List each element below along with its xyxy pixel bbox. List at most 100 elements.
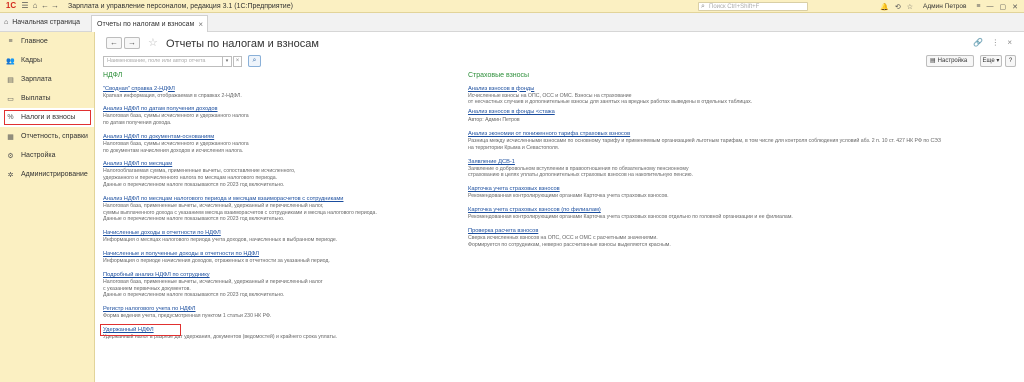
- settings-button[interactable]: ▤ Настройка: [926, 55, 974, 67]
- gear-icon: ⚙: [7, 152, 14, 160]
- filter-clear-button[interactable]: ×: [233, 56, 242, 67]
- report-desc: Рекомендованная контролирующими органами…: [468, 193, 669, 200]
- report-item: Анализ НДФЛ по месяцам налогового период…: [103, 195, 453, 223]
- report-desc: Форма ведения учета, предусмотренная пун…: [103, 313, 272, 320]
- report-link[interactable]: Начисленные доходы в отчетности по НДФЛ: [103, 229, 453, 237]
- report-item: Карточка учета страховых взносов Рекомен…: [468, 185, 1013, 200]
- sidebar-item-personnel[interactable]: 👥 Кадры: [0, 51, 94, 70]
- help-button[interactable]: ?: [1005, 55, 1016, 67]
- report-link[interactable]: Заявление ДСВ-1: [468, 158, 1013, 166]
- report-author: Автор: Админ Петров: [468, 117, 520, 124]
- user-name[interactable]: Админ Петров: [923, 3, 966, 10]
- report-link[interactable]: "Сводная" справка 2-НДФЛ: [103, 85, 453, 93]
- link-icon[interactable]: 🔗: [973, 38, 983, 47]
- report-desc: Краткая информация, отображаемая в справ…: [103, 92, 242, 99]
- filter-dropdown-button[interactable]: ▾: [223, 56, 232, 67]
- tab-row: ⌂ Начальная страница Отчеты по налогам и…: [0, 13, 1024, 32]
- report-link[interactable]: Карточка учета страховых взносов: [468, 185, 1013, 193]
- report-item: Анализ экономии от пониженного тарифа ст…: [468, 130, 1013, 152]
- settings-icon[interactable]: ≡: [976, 3, 980, 10]
- insurance-column: Страховые взносы Анализ взносов в фонды …: [468, 72, 1013, 248]
- report-desc: с указанием первичных документов.: [103, 285, 191, 292]
- more-button[interactable]: Еще ▾: [980, 55, 1002, 67]
- report-item: Карточка учета страховых взносов (по фил…: [468, 206, 1013, 221]
- sidebar-item-payments[interactable]: ▭ Выплаты: [0, 89, 94, 108]
- bell-icon[interactable]: 🔔: [880, 3, 889, 11]
- report-link[interactable]: Анализ НДФЛ по документам-основаниям: [103, 133, 453, 141]
- content-area: ← → ☆ Отчеты по налогам и взносам 🔗 ⋮ × …: [96, 32, 1024, 382]
- report-desc: Исчисленные взносы на ОПС, ОСС и ОМС. Вз…: [468, 92, 632, 99]
- sidebar-item-main[interactable]: ≡ Главное: [0, 32, 94, 51]
- sidebar-item-reports[interactable]: ▦ Отчетность, справки: [0, 127, 94, 146]
- report-link[interactable]: Анализ НДФЛ по датам получения доходов: [103, 105, 453, 113]
- forward-icon[interactable]: →: [50, 1, 60, 11]
- tab-active-label: Отчеты по налогам и взносам: [97, 20, 195, 28]
- tab-home-label: Начальная страница: [12, 19, 80, 26]
- report-link[interactable]: Анализ экономии от пониженного тарифа ст…: [468, 130, 1013, 138]
- settings-doc-icon: ▤: [930, 58, 936, 64]
- sidebar-item-label: Зарплата: [21, 76, 52, 83]
- sidebar-item-salary[interactable]: ▤ Зарплата: [0, 70, 94, 89]
- tab-home[interactable]: ⌂ Начальная страница: [0, 13, 88, 32]
- settings-button-label: Настройка: [937, 58, 968, 64]
- close-icon[interactable]: ✕: [1012, 3, 1018, 11]
- report-desc: Данные о перечисленном налоге показывают…: [103, 216, 285, 223]
- search-placeholder: Поиск Ctrl+Shift+F: [709, 4, 760, 10]
- report-desc: Налогооблагаемая сумма, примененные выче…: [103, 168, 296, 175]
- report-item: Начисленные доходы в отчетности по НДФЛ …: [103, 229, 453, 244]
- report-link[interactable]: Карточка учета страховых взносов (по фил…: [468, 206, 1013, 214]
- report-link[interactable]: Регистр налогового учета по НДФЛ: [103, 305, 453, 313]
- report-desc: Налоговая база, примененные вычеты, исчи…: [103, 202, 324, 209]
- report-item: Удержанный НДФЛ Удержанный налог в разре…: [100, 324, 453, 341]
- more-vertical-icon[interactable]: ⋮: [991, 38, 999, 47]
- report-link[interactable]: Подробный анализ НДФЛ по сотруднику: [103, 271, 453, 279]
- admin-icon: ✲: [7, 171, 14, 179]
- title-bar: 1С ☰ ⌂ ← → Зарплата и управление персона…: [0, 0, 1024, 13]
- tab-close-icon[interactable]: ×: [198, 20, 203, 29]
- star-icon[interactable]: ☆: [907, 3, 913, 11]
- section-title-ndfl: НДФЛ: [103, 72, 123, 79]
- maximize-icon[interactable]: ▢: [1000, 3, 1007, 11]
- main-menu-icon[interactable]: ☰: [20, 1, 30, 11]
- payments-icon: ▭: [7, 95, 14, 103]
- report-item: Проверка расчета взносов Сверка исчислен…: [468, 227, 1013, 249]
- report-link[interactable]: Анализ взносов в фонды: [468, 85, 1013, 93]
- minimize-icon[interactable]: —: [987, 3, 994, 10]
- home-icon[interactable]: ⌂: [30, 1, 40, 11]
- app-logo: 1С: [5, 1, 17, 10]
- history-icon[interactable]: ⟲: [895, 3, 901, 11]
- report-filter-input[interactable]: Наименование, поле или автор отчета: [103, 56, 223, 67]
- global-search-input[interactable]: ⌕ Поиск Ctrl+Shift+F: [698, 2, 808, 11]
- favorite-star-icon[interactable]: ☆: [148, 36, 158, 49]
- report-desc: страхованию в целях уплаты дополнительны…: [468, 172, 693, 179]
- report-link[interactable]: Анализ НДФЛ по месяцам налогового период…: [103, 195, 453, 203]
- sidebar-item-taxes[interactable]: % Налоги и взносы: [0, 108, 94, 127]
- window-close-icon[interactable]: ×: [1007, 38, 1012, 47]
- sidebar-item-settings[interactable]: ⚙ Настройка: [0, 146, 94, 165]
- tab-active[interactable]: Отчеты по налогам и взносам ×: [91, 15, 208, 32]
- forward-button[interactable]: →: [124, 37, 140, 49]
- report-link[interactable]: Анализ НДФЛ по месяцам: [103, 160, 453, 168]
- report-item: Анализ НДФЛ по месяцам Налогооблагаемая …: [103, 160, 453, 188]
- filter-search-button[interactable]: ⌕: [248, 55, 261, 67]
- reports-icon: ▦: [7, 133, 14, 141]
- report-desc: Данные о перечисленном налоге показывают…: [103, 292, 285, 299]
- report-desc: Формируется по сотрудникам, неверно расс…: [468, 241, 671, 248]
- search-icon: ⌕: [701, 3, 705, 10]
- back-icon[interactable]: ←: [40, 1, 50, 11]
- highlight-box: [100, 324, 181, 337]
- sidebar-highlight-box: [4, 110, 91, 125]
- report-link[interactable]: Начисленные и полученные доходы в отчетн…: [103, 250, 453, 258]
- report-item: Анализ взносов в фонды Исчисленные взнос…: [468, 85, 1013, 125]
- report-item: Начисленные и полученные доходы в отчетн…: [103, 250, 453, 265]
- sidebar-item-label: Главное: [21, 38, 48, 45]
- report-desc: Информация о периоде начисления доходов,…: [103, 258, 330, 265]
- report-sub-link[interactable]: Анализ взносов в фонды <стажа: [468, 108, 1013, 116]
- sidebar-item-label: Выплаты: [21, 95, 51, 102]
- back-button[interactable]: ←: [106, 37, 122, 49]
- sidebar-item-admin[interactable]: ✲ Администрирование: [0, 165, 94, 184]
- report-link[interactable]: Проверка расчета взносов: [468, 227, 1013, 235]
- page-right-icons: 🔗 ⋮ ×: [973, 38, 1012, 47]
- menu-icon: ≡: [8, 38, 13, 45]
- more-button-label: Еще: [982, 58, 995, 64]
